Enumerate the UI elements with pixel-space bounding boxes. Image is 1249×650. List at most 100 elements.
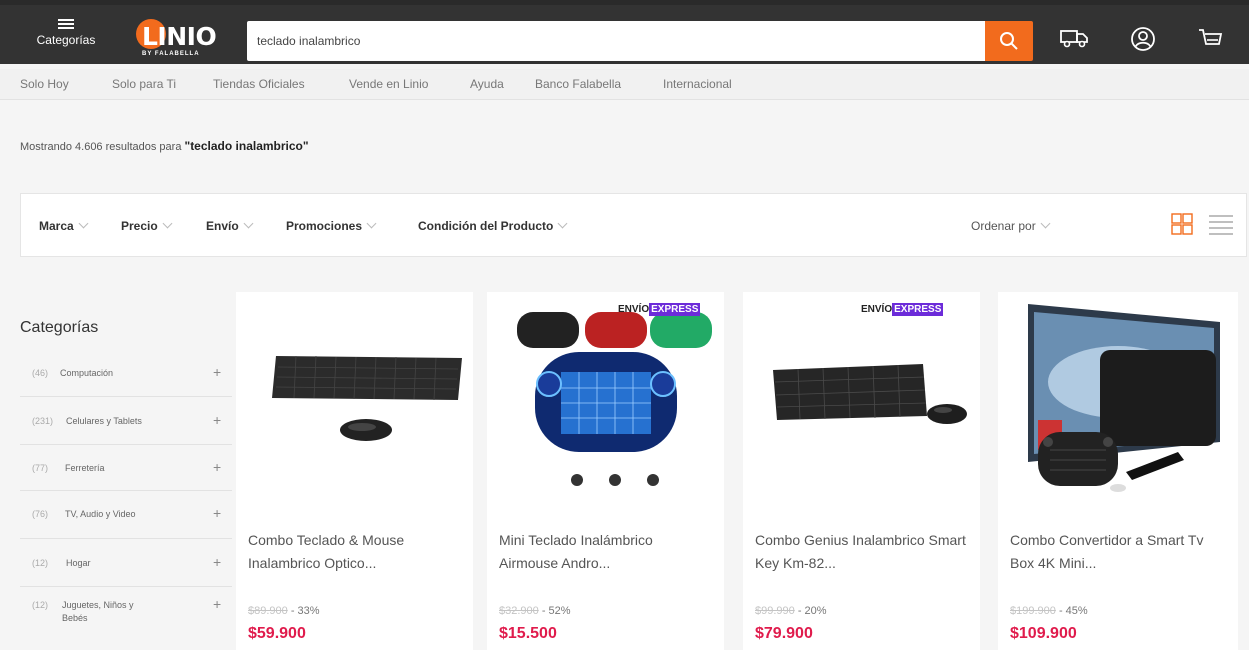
sidebar-item-juguetes[interactable]: (12) Juguetes, Niños y Bebés + xyxy=(20,587,232,647)
user-icon xyxy=(1131,27,1155,51)
expand-plus-icon[interactable]: + xyxy=(213,596,221,612)
sidebar-item-celulares[interactable]: (231) Celulares y Tablets + xyxy=(20,397,232,445)
grid-view-button[interactable] xyxy=(1171,213,1193,240)
product-title[interactable]: Combo Teclado & Mouse Inalambrico Optico… xyxy=(248,529,463,575)
badge-part-2: EXPRESS xyxy=(649,303,701,316)
expand-plus-icon[interactable]: + xyxy=(213,459,221,475)
list-view-button[interactable] xyxy=(1208,213,1234,240)
product-price: $109.900 xyxy=(1010,625,1077,642)
product-image[interactable] xyxy=(998,292,1238,507)
product-title[interactable]: Combo Convertidor a Smart Tv Box 4K Mini… xyxy=(1010,529,1225,575)
chevron-down-icon xyxy=(557,218,568,229)
category-count: (12) xyxy=(32,558,49,568)
menu-icon xyxy=(58,19,74,29)
sidebar-item-tv-audio[interactable]: (76) TV, Audio y Video + xyxy=(20,491,232,539)
product-image[interactable] xyxy=(236,292,473,507)
nav-link-banco-falabella[interactable]: Banco Falabella xyxy=(535,77,621,91)
nav-link-solo-hoy[interactable]: Solo Hoy xyxy=(20,77,69,91)
category-name: Computación xyxy=(60,368,114,378)
product-title[interactable]: Mini Teclado Inalámbrico Airmouse Andro.… xyxy=(499,529,714,575)
results-query: "teclado inalambrico" xyxy=(184,139,309,153)
filter-label: Promociones xyxy=(286,219,363,233)
linio-logo[interactable]: LINIO BY FALABELLA xyxy=(132,15,237,59)
product-image[interactable] xyxy=(487,292,724,507)
chevron-down-icon xyxy=(78,218,89,229)
sidebar-title: Categorías xyxy=(20,319,99,336)
nav-link-vende-en-linio[interactable]: Vende en Linio xyxy=(349,77,428,91)
filter-envio[interactable]: Envío xyxy=(206,218,254,233)
category-count: (76) xyxy=(32,509,49,519)
cart-button[interactable] xyxy=(1196,25,1228,57)
categories-menu-label: Categorías xyxy=(36,33,96,47)
grid-view-icon xyxy=(1171,213,1193,235)
filter-label: Envío xyxy=(206,219,239,233)
chevron-down-icon xyxy=(162,218,173,229)
search-box xyxy=(247,21,985,61)
filter-label: Marca xyxy=(39,219,74,233)
category-name: TV, Audio y Video xyxy=(65,509,136,519)
old-price: $199.900 xyxy=(1010,605,1056,617)
filter-label: Precio xyxy=(121,219,158,233)
filter-promociones[interactable]: Promociones xyxy=(286,218,377,233)
cart-icon xyxy=(1199,29,1223,45)
sort-dropdown[interactable]: Ordenar por xyxy=(971,218,1051,233)
search-button[interactable] xyxy=(985,21,1033,61)
product-card[interactable]: ENVÍO EXPRESS Combo Genius Inalambrico Sm… xyxy=(743,292,980,650)
categories-menu-button[interactable]: Categorías xyxy=(22,13,110,61)
logo-text: LINIO xyxy=(142,22,217,51)
sort-label: Ordenar por xyxy=(971,219,1036,233)
expand-plus-icon[interactable]: + xyxy=(213,364,221,380)
shipping-tracker-button[interactable] xyxy=(1059,25,1091,57)
shipping-truck-icon xyxy=(1060,30,1088,48)
expand-plus-icon[interactable]: + xyxy=(213,412,221,428)
badge-part-1: ENVÍO xyxy=(618,304,650,315)
filter-precio[interactable]: Precio xyxy=(121,218,173,233)
nav-link-internacional[interactable]: Internacional xyxy=(663,77,732,91)
sidebar-item-hogar[interactable]: (12) Hogar + xyxy=(20,539,232,587)
list-view-icon xyxy=(1209,215,1233,235)
discount: - 45% xyxy=(1058,605,1088,617)
product-old-price: $99.990 - 20% xyxy=(755,605,827,617)
nav-link-tiendas-oficiales[interactable]: Tiendas Oficiales xyxy=(213,77,305,91)
express-shipping-badge: ENVÍO EXPRESS xyxy=(618,303,701,320)
product-price: $79.900 xyxy=(755,625,813,642)
filter-marca[interactable]: Marca xyxy=(39,218,89,233)
chevron-down-icon xyxy=(366,218,377,229)
product-price: $59.900 xyxy=(248,625,306,642)
chevron-down-icon xyxy=(243,218,254,229)
nav-link-solo-para-ti[interactable]: Solo para Ti xyxy=(112,77,176,91)
account-button[interactable] xyxy=(1129,25,1161,57)
badge-part-2: EXPRESS xyxy=(892,303,944,316)
old-price: $89.900 xyxy=(248,605,288,617)
product-title[interactable]: Combo Genius Inalambrico Smart Key Km-82… xyxy=(755,529,970,575)
results-prefix: Mostrando 4.606 resultados para xyxy=(20,141,182,153)
top-header: Categorías LINIO BY FALABELLA xyxy=(0,0,1249,64)
chevron-down-icon xyxy=(1040,218,1051,229)
filter-label: Condición del Producto xyxy=(418,219,554,233)
product-card[interactable]: Combo Convertidor a Smart Tv Box 4K Mini… xyxy=(998,292,1238,650)
results-summary: Mostrando 4.606 resultados para "teclado… xyxy=(20,139,309,153)
category-name: Celulares y Tablets xyxy=(66,416,142,426)
product-old-price: $89.900 - 33% xyxy=(248,605,320,617)
discount: - 33% xyxy=(290,605,320,617)
product-image[interactable] xyxy=(743,292,980,507)
sidebar-item-ferreteria[interactable]: (77) Ferretería + xyxy=(20,445,232,491)
expand-plus-icon[interactable]: + xyxy=(213,505,221,521)
search-icon xyxy=(1000,32,1018,50)
old-price: $99.990 xyxy=(755,605,795,617)
expand-plus-icon[interactable]: + xyxy=(213,554,221,570)
product-price: $15.500 xyxy=(499,625,557,642)
category-count: (231) xyxy=(32,416,54,426)
nav-link-ayuda[interactable]: Ayuda xyxy=(470,77,504,91)
sidebar-item-computacion[interactable]: (46) Computación + xyxy=(20,351,232,397)
express-shipping-badge: ENVÍO EXPRESS xyxy=(861,303,944,320)
product-old-price: $32.900 - 52% xyxy=(499,605,571,617)
badge-part-1: ENVÍO xyxy=(861,304,893,315)
category-count: (77) xyxy=(32,463,49,473)
search-input[interactable] xyxy=(247,21,985,61)
product-card[interactable]: Combo Teclado & Mouse Inalambrico Optico… xyxy=(236,292,473,650)
category-count: (12) xyxy=(32,600,49,610)
category-name: Ferretería xyxy=(65,463,105,473)
product-card[interactable]: ENVÍO EXPRESS Mini Teclado Inalámbrico Ai… xyxy=(487,292,724,650)
filter-condicion[interactable]: Condición del Producto xyxy=(418,218,568,233)
